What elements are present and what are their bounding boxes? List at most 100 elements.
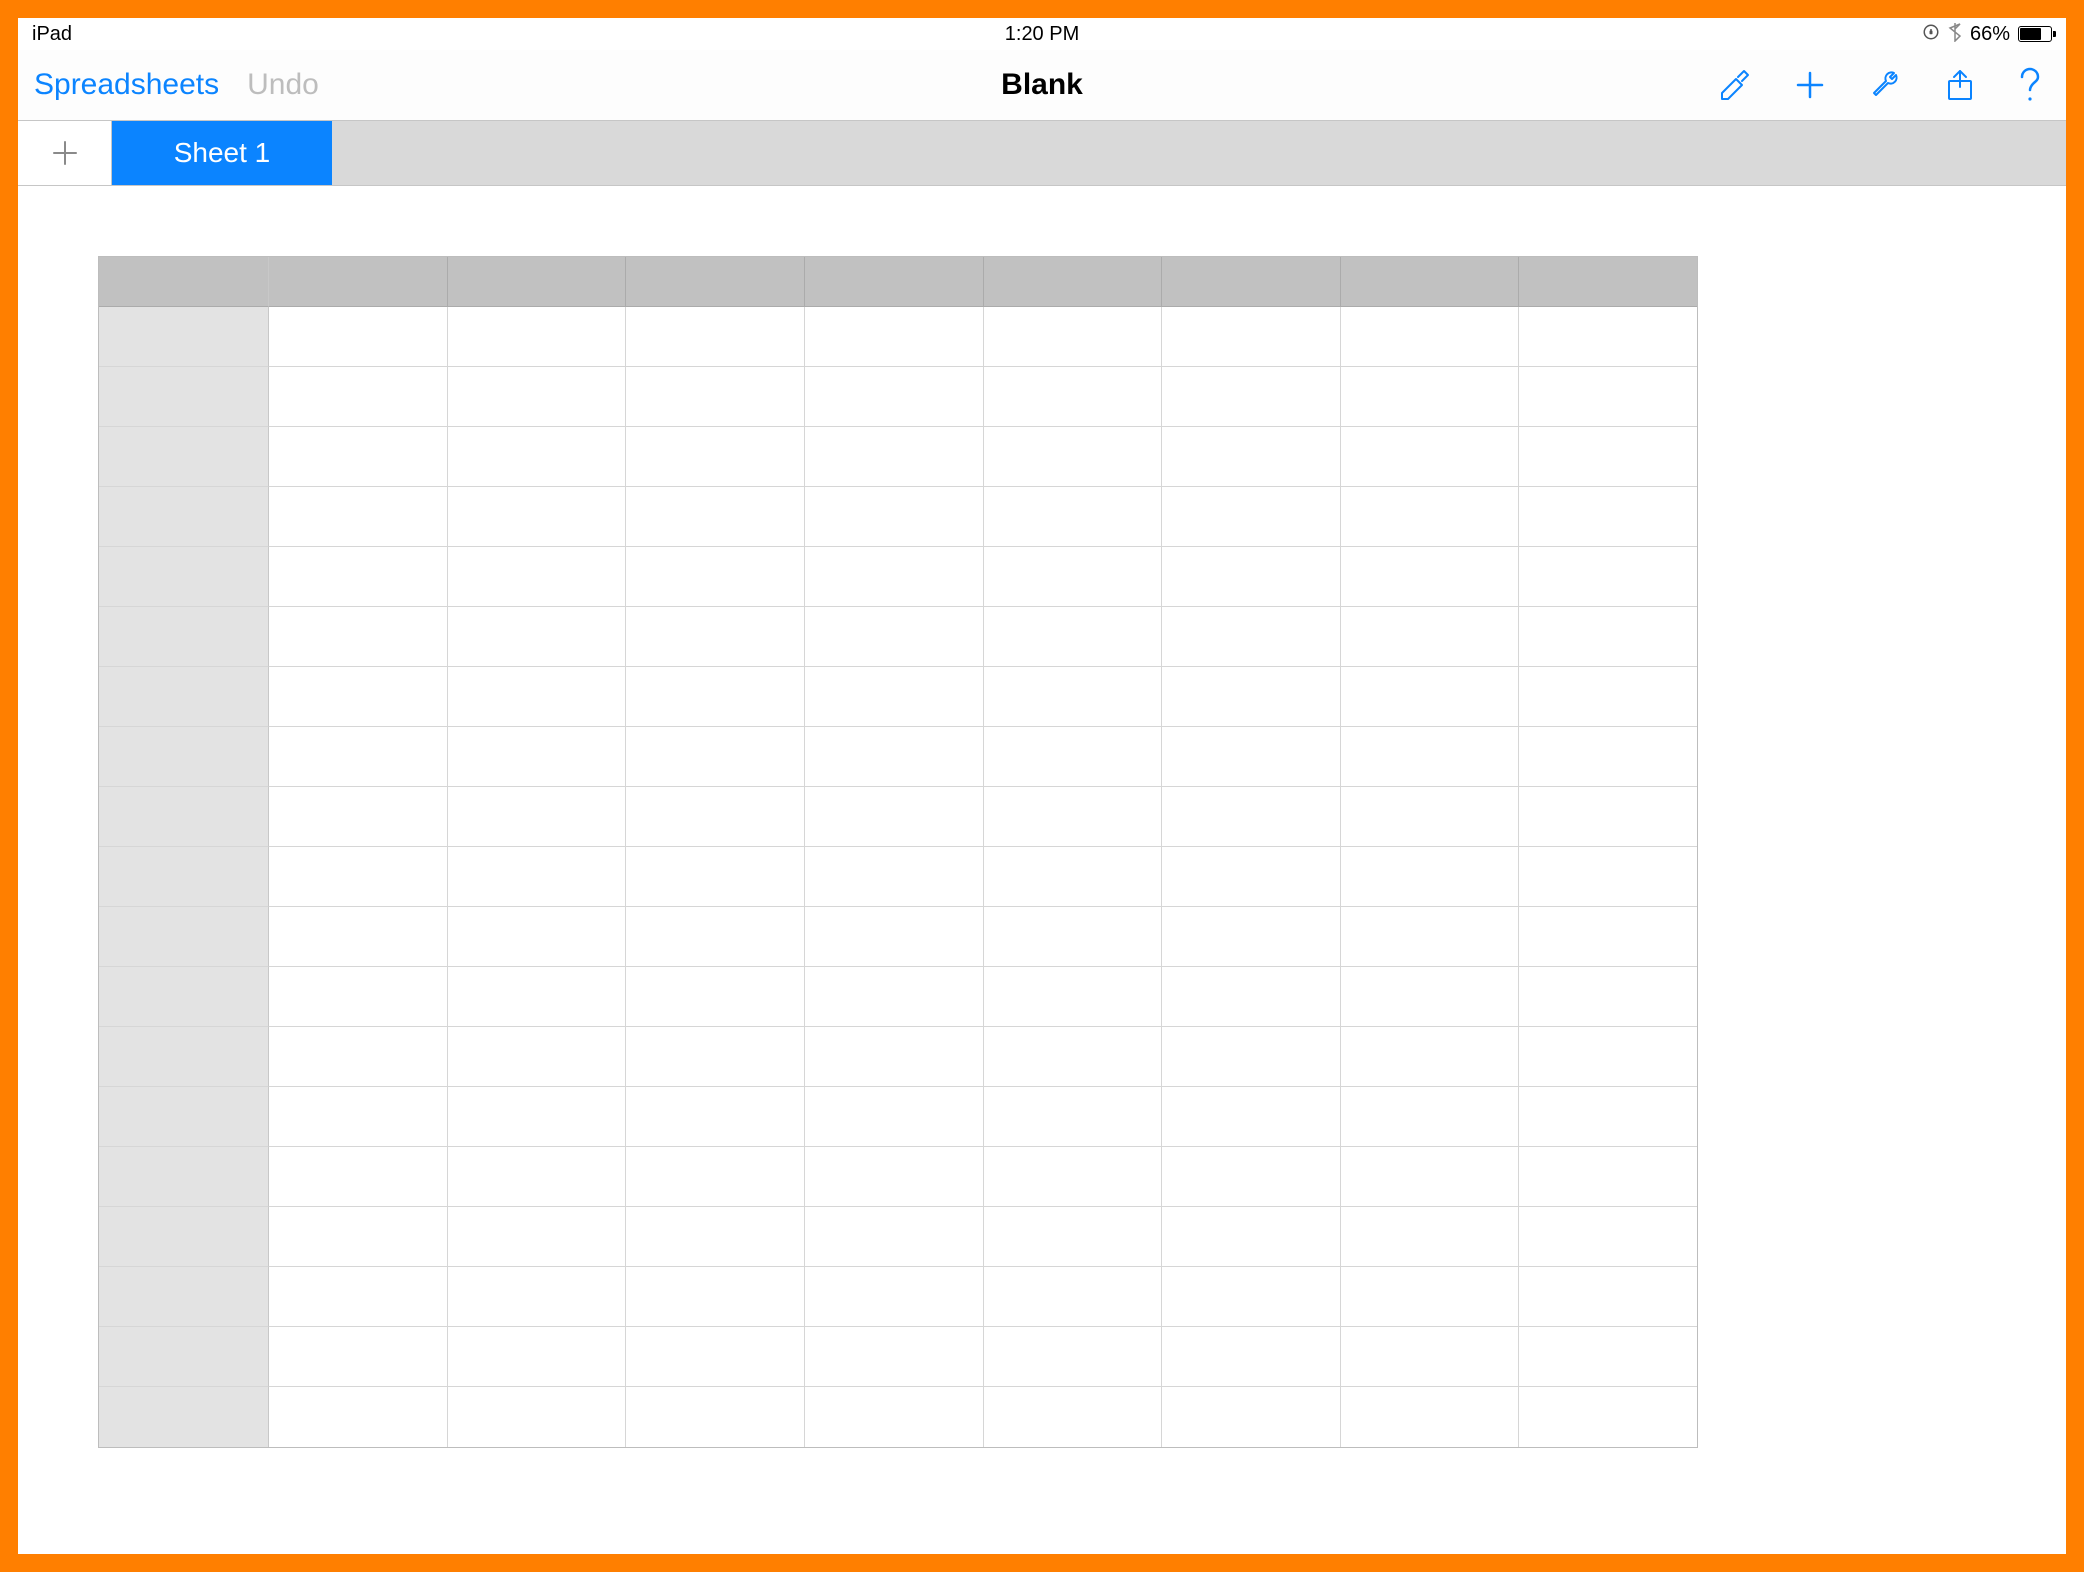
cell[interactable] (1519, 1387, 1697, 1447)
row-header[interactable] (99, 907, 269, 967)
cell[interactable] (626, 427, 805, 487)
cell[interactable] (626, 1387, 805, 1447)
cell[interactable] (1341, 907, 1520, 967)
cell[interactable] (269, 1207, 448, 1267)
cell[interactable] (269, 1147, 448, 1207)
row-header[interactable] (99, 1387, 269, 1447)
row-header[interactable] (99, 547, 269, 607)
cell[interactable] (1341, 367, 1520, 427)
cell[interactable] (269, 607, 448, 667)
cell[interactable] (1341, 607, 1520, 667)
cell[interactable] (626, 487, 805, 547)
cell[interactable] (448, 1147, 627, 1207)
cell[interactable] (1162, 1327, 1341, 1387)
column-header[interactable] (448, 257, 627, 307)
cell[interactable] (805, 1327, 984, 1387)
cell[interactable] (984, 1267, 1163, 1327)
cell[interactable] (1341, 427, 1520, 487)
cell[interactable] (269, 1267, 448, 1327)
cell[interactable] (626, 847, 805, 907)
cell[interactable] (626, 1147, 805, 1207)
row-header[interactable] (99, 1027, 269, 1087)
cell[interactable] (1341, 1027, 1520, 1087)
corner-cell[interactable] (99, 257, 269, 307)
row-header[interactable] (99, 1267, 269, 1327)
cell[interactable] (448, 1267, 627, 1327)
cell[interactable] (269, 487, 448, 547)
cell[interactable] (626, 1327, 805, 1387)
row-header[interactable] (99, 607, 269, 667)
cell[interactable] (626, 1207, 805, 1267)
row-header[interactable] (99, 667, 269, 727)
cell[interactable] (626, 727, 805, 787)
cell[interactable] (1519, 427, 1697, 487)
back-button[interactable]: Spreadsheets (34, 68, 219, 102)
cell[interactable] (1162, 787, 1341, 847)
cell[interactable] (1341, 1327, 1520, 1387)
cell[interactable] (805, 907, 984, 967)
cell[interactable] (626, 907, 805, 967)
cell[interactable] (984, 1087, 1163, 1147)
share-icon[interactable] (1944, 67, 1976, 103)
cell[interactable] (805, 487, 984, 547)
cell[interactable] (448, 667, 627, 727)
cell[interactable] (1519, 1207, 1697, 1267)
cell[interactable] (269, 547, 448, 607)
cell[interactable] (1341, 967, 1520, 1027)
row-header[interactable] (99, 787, 269, 847)
cell[interactable] (1162, 1027, 1341, 1087)
cell[interactable] (448, 607, 627, 667)
cell[interactable] (269, 1327, 448, 1387)
grid[interactable] (98, 256, 1698, 1448)
row-header[interactable] (99, 1087, 269, 1147)
cell[interactable] (1162, 1147, 1341, 1207)
cell[interactable] (984, 1387, 1163, 1447)
cell[interactable] (269, 727, 448, 787)
row-header[interactable] (99, 487, 269, 547)
column-header[interactable] (984, 257, 1163, 307)
column-header[interactable] (1162, 257, 1341, 307)
cell[interactable] (1162, 607, 1341, 667)
cell[interactable] (626, 307, 805, 367)
column-header[interactable] (626, 257, 805, 307)
cell[interactable] (805, 727, 984, 787)
cell[interactable] (448, 727, 627, 787)
cell[interactable] (1162, 907, 1341, 967)
row-header[interactable] (99, 1327, 269, 1387)
cell[interactable] (1519, 667, 1697, 727)
cell[interactable] (448, 307, 627, 367)
cell[interactable] (1519, 307, 1697, 367)
add-sheet-button[interactable] (18, 121, 112, 185)
cell[interactable] (984, 307, 1163, 367)
cell[interactable] (269, 967, 448, 1027)
cell[interactable] (805, 1087, 984, 1147)
cell[interactable] (984, 367, 1163, 427)
cell[interactable] (984, 907, 1163, 967)
cell[interactable] (1519, 1087, 1697, 1147)
row-header[interactable] (99, 427, 269, 487)
cell[interactable] (1162, 1087, 1341, 1147)
cell[interactable] (448, 1027, 627, 1087)
cell[interactable] (626, 1087, 805, 1147)
cell[interactable] (984, 1147, 1163, 1207)
cell[interactable] (448, 1387, 627, 1447)
cell[interactable] (448, 367, 627, 427)
column-header[interactable] (805, 257, 984, 307)
plus-icon[interactable] (1792, 67, 1828, 103)
cell[interactable] (984, 967, 1163, 1027)
cell[interactable] (984, 1207, 1163, 1267)
document-title[interactable]: Blank (1001, 68, 1083, 102)
cell[interactable] (805, 1147, 984, 1207)
cell[interactable] (269, 1387, 448, 1447)
help-icon[interactable] (2016, 65, 2044, 105)
cell[interactable] (1341, 1387, 1520, 1447)
column-header[interactable] (1519, 257, 1697, 307)
row-header[interactable] (99, 727, 269, 787)
cell[interactable] (626, 967, 805, 1027)
cell[interactable] (1162, 307, 1341, 367)
column-header[interactable] (1341, 257, 1520, 307)
cell[interactable] (448, 787, 627, 847)
row-header[interactable] (99, 967, 269, 1027)
cell[interactable] (448, 907, 627, 967)
cell[interactable] (1162, 427, 1341, 487)
